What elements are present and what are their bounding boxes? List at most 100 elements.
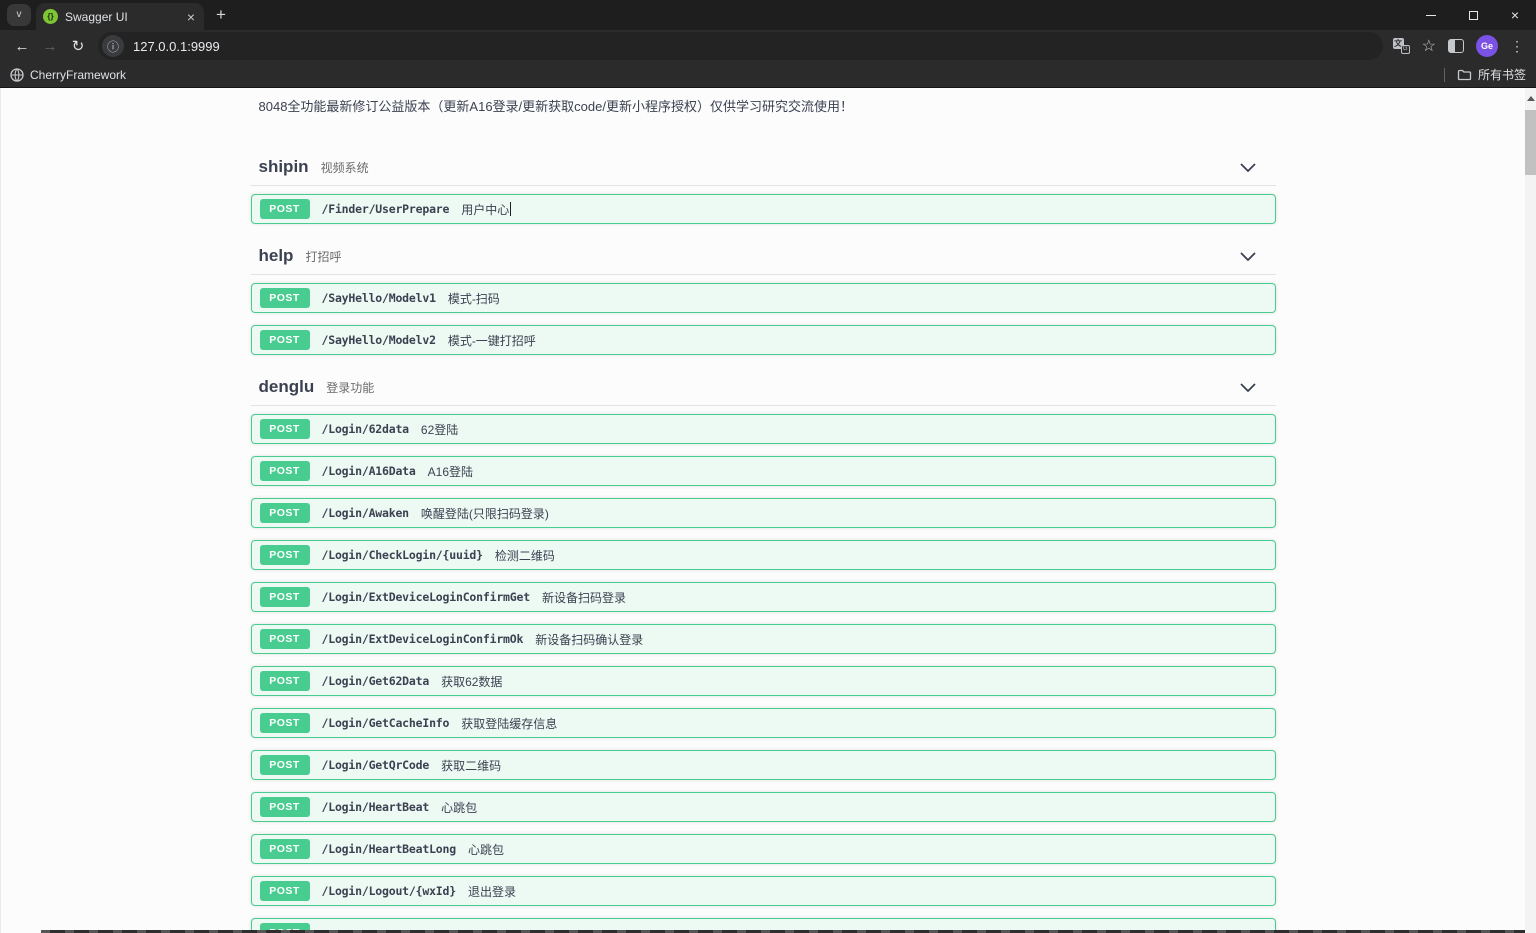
endpoint-row[interactable]: POST /Login/CheckLogin/{uuid} 检测二维码 xyxy=(251,540,1276,570)
all-bookmarks-label: 所有书签 xyxy=(1478,66,1526,83)
bookmark-star-icon[interactable]: ☆ xyxy=(1422,36,1436,56)
endpoint-summary: 模式-扫码 xyxy=(448,290,500,307)
endpoint-row[interactable]: POST /Login/ExtDeviceLoginConfirmOk 新设备扫… xyxy=(251,624,1276,654)
api-description: 8048全功能最新修订公益版本（更新A16登录/更新获取code/更新小程序授权… xyxy=(251,94,1276,135)
section-title: help xyxy=(259,246,294,266)
section-header[interactable]: help 打招呼 xyxy=(251,244,1276,275)
chevron-down-icon[interactable] xyxy=(1240,383,1256,392)
section-header[interactable]: denglu 登录功能 xyxy=(251,375,1276,406)
site-info-icon[interactable]: ⓘ xyxy=(102,35,124,57)
section-title: shipin xyxy=(259,157,309,177)
endpoint-path: /SayHello/Modelv1 xyxy=(322,291,436,305)
address-bar[interactable]: ⓘ 127.0.0.1:9999 xyxy=(98,32,1383,60)
section-description: 打招呼 xyxy=(305,248,341,265)
endpoint-summary: 检测二维码 xyxy=(495,547,555,564)
tab-search-button[interactable]: v xyxy=(7,4,31,26)
url-text[interactable]: 127.0.0.1:9999 xyxy=(133,39,220,54)
new-tab-button[interactable]: + xyxy=(208,2,234,28)
endpoint-row[interactable]: POST /Login/ExtDeviceLoginConfirmGet 新设备… xyxy=(251,582,1276,612)
tab-close-icon[interactable]: × xyxy=(185,9,197,25)
window-minimize-button[interactable] xyxy=(1410,0,1452,30)
endpoint-row[interactable]: POST /Finder/UserPrepare 用户中心 xyxy=(251,194,1276,224)
endpoint-row[interactable]: POST /Login/HeartBeat 心跳包 xyxy=(251,792,1276,822)
endpoint-path: /Login/Get62Data xyxy=(322,674,430,688)
endpoint-summary: 获取二维码 xyxy=(441,757,501,774)
endpoint-row[interactable]: POST /Login/Get62Data 获取62数据 xyxy=(251,666,1276,696)
endpoint-row[interactable]: POST /SayHello/Modelv2 模式-一键打招呼 xyxy=(251,325,1276,355)
minimize-icon xyxy=(1426,15,1436,16)
swagger-favicon-icon: {} xyxy=(43,9,58,24)
scrollbar-up-arrow-icon[interactable] xyxy=(1527,92,1535,101)
toolbar-actions: 文 G ☆ Ge ⋮ xyxy=(1393,35,1528,57)
sections: shipin 视频系统 POST /Finder/UserPrepare 用户中… xyxy=(251,155,1276,933)
forward-button[interactable]: → xyxy=(36,32,64,60)
back-button[interactable]: ← xyxy=(8,32,36,60)
endpoint-summary: 唤醒登陆(只限扫码登录) xyxy=(421,505,549,522)
endpoint-path: /Login/ExtDeviceLoginConfirmGet xyxy=(322,590,530,604)
endpoint-row[interactable]: POST /Login/HeartBeatLong 心跳包 xyxy=(251,834,1276,864)
endpoint-row[interactable]: POST /SayHello/Modelv1 模式-扫码 xyxy=(251,283,1276,313)
method-badge: POST xyxy=(260,545,310,565)
method-badge: POST xyxy=(260,755,310,775)
window-close-button[interactable]: × xyxy=(1494,0,1536,30)
method-badge: POST xyxy=(260,288,310,308)
endpoint-path: /Login/Logout/{wxId} xyxy=(322,884,456,898)
page-viewport: 8048全功能最新修订公益版本（更新A16登录/更新获取code/更新小程序授权… xyxy=(0,88,1536,933)
method-badge: POST xyxy=(260,797,310,817)
endpoint-row[interactable]: POST /Login/Awaken 唤醒登陆(只限扫码登录) xyxy=(251,498,1276,528)
method-badge: POST xyxy=(260,839,310,859)
api-section: denglu 登录功能 POST /Login/62data 62登陆 POST… xyxy=(251,375,1276,933)
endpoint-row[interactable]: POST /Login/A16Data A16登陆 xyxy=(251,456,1276,486)
browser-toolbar: ← → ↻ ⓘ 127.0.0.1:9999 文 G ☆ Ge ⋮ xyxy=(0,30,1536,62)
method-badge: POST xyxy=(260,629,310,649)
endpoint-path: /SayHello/Modelv2 xyxy=(322,333,436,347)
scrollbar-thumb[interactable] xyxy=(1525,110,1536,175)
tab-title: Swagger UI xyxy=(65,10,185,24)
swagger-container: 8048全功能最新修订公益版本（更新A16登录/更新获取code/更新小程序授权… xyxy=(251,88,1276,933)
endpoint-row[interactable]: POST /Login/GetQrCode 获取二维码 xyxy=(251,750,1276,780)
browser-tab[interactable]: {} Swagger UI × xyxy=(36,3,204,30)
method-badge: POST xyxy=(260,587,310,607)
endpoint-path: /Login/GetCacheInfo xyxy=(322,716,450,730)
profile-avatar[interactable]: Ge xyxy=(1476,35,1498,57)
chevron-down-icon[interactable] xyxy=(1240,252,1256,261)
section-description: 视频系统 xyxy=(321,159,369,176)
endpoint-summary: 模式-一键打招呼 xyxy=(448,332,536,349)
page-scrollbar[interactable] xyxy=(1525,88,1536,933)
side-panel-icon[interactable] xyxy=(1448,39,1464,53)
tab-strip: v {} Swagger UI × + × xyxy=(0,0,1536,30)
endpoint-path: /Login/HeartBeatLong xyxy=(322,842,456,856)
reload-button[interactable]: ↻ xyxy=(64,32,92,60)
endpoint-list: POST /Login/62data 62登陆 POST /Login/A16D… xyxy=(251,414,1276,933)
endpoint-summary: 获取62数据 xyxy=(441,673,502,690)
section-title: denglu xyxy=(259,377,315,397)
method-badge: POST xyxy=(260,461,310,481)
translate-icon[interactable]: 文 G xyxy=(1393,38,1410,54)
bookmarks-bar: CherryFramework 所有书签 xyxy=(0,62,1536,88)
endpoint-row[interactable]: POST /Login/GetCacheInfo 获取登陆缓存信息 xyxy=(251,708,1276,738)
endpoint-list: POST /Finder/UserPrepare 用户中心 xyxy=(251,194,1276,224)
method-badge: POST xyxy=(260,419,310,439)
endpoint-path: /Login/CheckLogin/{uuid} xyxy=(322,548,483,562)
endpoint-summary: 62登陆 xyxy=(421,421,458,438)
window-maximize-button[interactable] xyxy=(1452,0,1494,30)
chevron-down-icon[interactable] xyxy=(1240,163,1256,172)
endpoint-summary: 新设备扫码确认登录 xyxy=(535,631,643,648)
text-cursor xyxy=(510,202,511,216)
endpoint-summary: 用户中心 xyxy=(461,201,509,218)
endpoint-summary: 获取登陆缓存信息 xyxy=(461,715,557,732)
all-bookmarks-button[interactable]: 所有书签 xyxy=(1457,66,1526,83)
bookmark-cherryframework[interactable]: CherryFramework xyxy=(10,68,126,82)
endpoint-row[interactable]: POST /Login/Logout/{wxId} 退出登录 xyxy=(251,876,1276,906)
endpoint-path: /Login/A16Data xyxy=(322,464,416,478)
endpoint-path: /Finder/UserPrepare xyxy=(322,202,450,216)
endpoint-summary: 新设备扫码登录 xyxy=(542,589,626,606)
method-badge: POST xyxy=(260,713,310,733)
method-badge: POST xyxy=(260,199,310,219)
endpoint-row[interactable]: POST /Login/62data 62登陆 xyxy=(251,414,1276,444)
method-badge: POST xyxy=(260,503,310,523)
maximize-icon xyxy=(1469,11,1478,20)
menu-dots-icon[interactable]: ⋮ xyxy=(1510,38,1524,55)
section-header[interactable]: shipin 视频系统 xyxy=(251,155,1276,186)
endpoint-summary: 心跳包 xyxy=(441,799,477,816)
